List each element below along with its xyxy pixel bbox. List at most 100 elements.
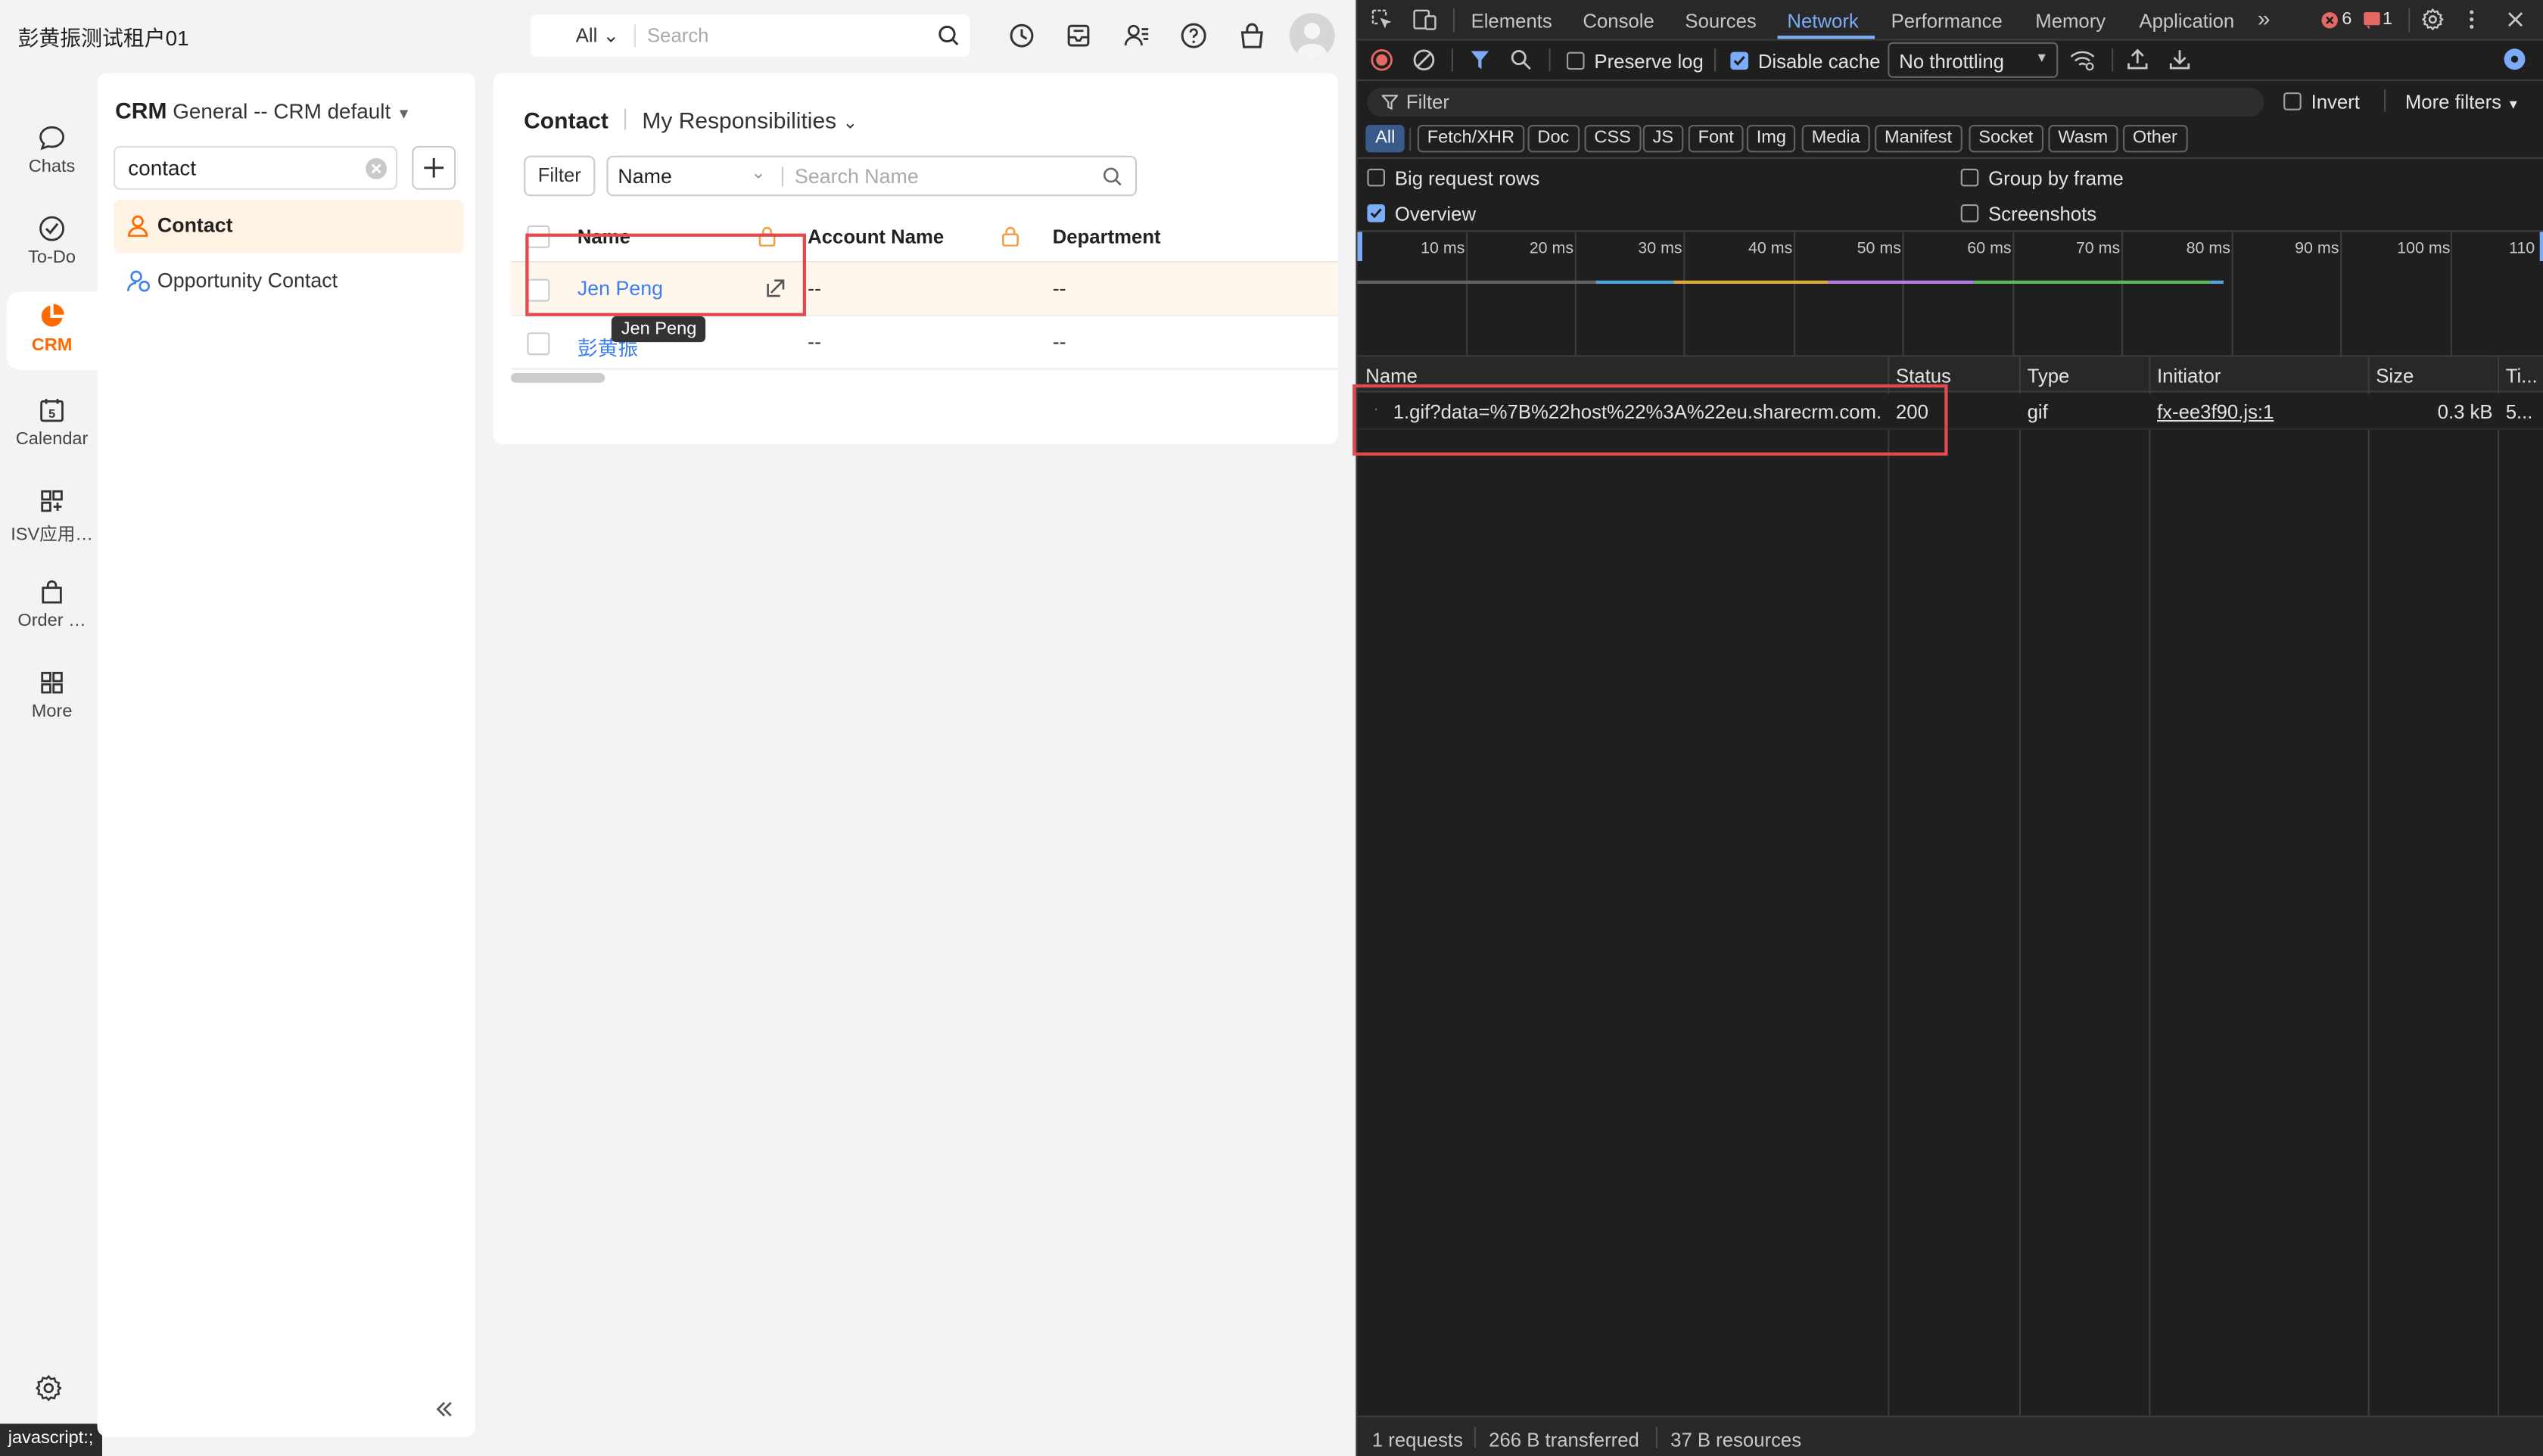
- tab-console[interactable]: Console: [1583, 10, 1654, 33]
- search-icon[interactable]: [938, 24, 960, 47]
- crm-view-selector[interactable]: CRM General -- CRM default ▼: [115, 98, 411, 123]
- tab-memory[interactable]: Memory: [2035, 10, 2106, 33]
- type-filter-other[interactable]: Other: [2123, 125, 2187, 153]
- type-filter-doc[interactable]: Doc: [1527, 125, 1580, 153]
- column-header-time[interactable]: Ti...: [2506, 365, 2538, 387]
- invert-checkbox[interactable]: [2283, 92, 2302, 110]
- nav-crm[interactable]: CRM: [6, 291, 98, 370]
- clear-log-icon[interactable]: [1412, 48, 1435, 71]
- device-toolbar-icon[interactable]: [1412, 8, 1436, 31]
- disable-cache-checkbox[interactable]: [1730, 51, 1748, 70]
- screenshots-checkbox[interactable]: [1960, 204, 1979, 222]
- contacts-icon[interactable]: [1122, 21, 1152, 51]
- tab-divider: [1453, 8, 1455, 33]
- timeline-tick: 30 ms: [1638, 240, 1682, 258]
- shopping-bag-icon[interactable]: [1237, 21, 1267, 51]
- timeline-handle-right[interactable]: [2539, 232, 2543, 261]
- timeline-tick: 10 ms: [1421, 240, 1465, 258]
- horizontal-scrollbar[interactable]: [511, 372, 605, 383]
- issue-icon[interactable]: [2363, 11, 2381, 30]
- left-navigation: Chats To-Do CRM 5 Calendar ISV应用… Order …: [0, 71, 98, 1456]
- kebab-menu-icon[interactable]: [2467, 8, 2476, 31]
- object-item-contact[interactable]: Contact: [114, 199, 464, 254]
- error-icon[interactable]: [2320, 11, 2339, 30]
- nav-order[interactable]: Order …: [7, 568, 98, 649]
- tenant-name[interactable]: 彭黄振测试租户01: [18, 21, 189, 52]
- type-filter-socket[interactable]: Socket: [1969, 125, 2043, 153]
- settings-gear-icon[interactable]: [2421, 8, 2445, 31]
- nav-calendar-label: Calendar: [15, 429, 89, 450]
- history-clock-icon[interactable]: [1007, 21, 1037, 51]
- network-overview-timeline[interactable]: 10 ms 20 ms 30 ms 40 ms 50 ms 60 ms 70 m…: [1357, 232, 2543, 356]
- help-icon[interactable]: [1179, 21, 1209, 51]
- nav-chats[interactable]: Chats: [7, 114, 98, 194]
- inspect-element-icon[interactable]: [1371, 8, 1393, 31]
- filter-funnel-icon[interactable]: [1469, 48, 1490, 71]
- type-filter-img[interactable]: Img: [1746, 125, 1796, 153]
- record-stop-icon[interactable]: [1371, 48, 1393, 71]
- column-header-department[interactable]: Department: [1053, 226, 1161, 248]
- tab-performance[interactable]: Performance: [1891, 10, 2003, 33]
- clear-icon[interactable]: [365, 157, 388, 180]
- filter-funnel-icon: [1381, 95, 1399, 110]
- list-view-select[interactable]: My Responsibilities ⌄: [642, 107, 858, 132]
- type-filter-media[interactable]: Media: [1801, 125, 1870, 153]
- preserve-log-checkbox[interactable]: [1567, 51, 1585, 70]
- inbox-icon[interactable]: [1064, 21, 1094, 51]
- nav-isv-apps[interactable]: ISV应用…: [7, 477, 98, 558]
- type-filter-font[interactable]: Font: [1688, 125, 1744, 153]
- type-filter-css[interactable]: CSS: [1584, 125, 1641, 153]
- object-item-opportunity-contact[interactable]: Opportunity Contact: [114, 254, 464, 308]
- column-header-account-name[interactable]: Account Name: [808, 226, 944, 248]
- search-icon[interactable]: [1103, 167, 1122, 187]
- timeline-handle-left[interactable]: [1357, 232, 1362, 261]
- add-object-button[interactable]: [412, 145, 456, 190]
- column-divider: [2367, 356, 2370, 1416]
- user-avatar[interactable]: [1289, 13, 1335, 59]
- global-search[interactable]: All ⌄ Search: [530, 14, 970, 57]
- filter-button[interactable]: Filter: [524, 155, 596, 197]
- column-header-type[interactable]: Type: [2028, 365, 2070, 387]
- search-scope-select[interactable]: All ⌄: [576, 24, 619, 47]
- toolbar-divider: [1549, 48, 1551, 72]
- field-select[interactable]: Name: [618, 166, 671, 188]
- nav-more[interactable]: More: [7, 658, 98, 739]
- type-filter-all[interactable]: All: [1365, 125, 1405, 153]
- type-filter-wasm[interactable]: Wasm: [2048, 125, 2118, 153]
- object-search-input[interactable]: contact: [114, 145, 397, 190]
- network-settings-gear-icon[interactable]: [2502, 47, 2526, 71]
- toolbar-divider: [2112, 48, 2114, 72]
- tab-network[interactable]: Network: [1787, 10, 1858, 33]
- filter-input[interactable]: Filter: [1367, 87, 2264, 117]
- contact-person-icon: [127, 215, 148, 237]
- throttling-select[interactable]: No throttling ▼: [1888, 42, 2059, 78]
- settings-gear-icon[interactable]: [34, 1374, 64, 1403]
- import-har-upload-icon[interactable]: [2126, 47, 2149, 71]
- nav-calendar[interactable]: 5 Calendar: [7, 386, 98, 467]
- column-header-size[interactable]: Size: [2376, 365, 2414, 387]
- close-icon[interactable]: [2506, 10, 2526, 30]
- field-search-box[interactable]: Name ⌄ Search Name: [606, 155, 1138, 197]
- more-filters-dropdown[interactable]: More filters ▼: [2405, 91, 2520, 114]
- row-checkbox[interactable]: [527, 332, 550, 356]
- tab-elements[interactable]: Elements: [1471, 10, 1552, 33]
- column-header-initiator[interactable]: Initiator: [2157, 365, 2221, 387]
- network-conditions-wifi-icon[interactable]: [2069, 48, 2095, 71]
- overview-checkbox[interactable]: [1367, 204, 1385, 222]
- export-har-download-icon[interactable]: [2168, 47, 2191, 71]
- column-divider: [1888, 356, 1890, 1416]
- request-initiator-link[interactable]: fx-ee3f90.js:1: [2157, 400, 2274, 423]
- tab-sources[interactable]: Sources: [1685, 10, 1756, 33]
- type-filter-js[interactable]: JS: [1642, 125, 1683, 153]
- type-filter-fetch-xhr[interactable]: Fetch/XHR: [1417, 125, 1524, 153]
- search-input[interactable]: Search: [647, 24, 708, 47]
- name-search-input[interactable]: Search Name: [795, 166, 919, 188]
- collapse-double-chevron-icon[interactable]: [434, 1399, 454, 1419]
- big-request-rows-checkbox[interactable]: [1367, 168, 1385, 187]
- type-filter-manifest[interactable]: Manifest: [1875, 125, 1962, 153]
- more-tabs-chevron-icon[interactable]: »: [2258, 5, 2271, 30]
- nav-todo[interactable]: To-Do: [7, 204, 98, 285]
- group-by-frame-checkbox[interactable]: [1960, 168, 1979, 187]
- tab-application[interactable]: Application: [2139, 10, 2234, 33]
- search-icon[interactable]: [1510, 48, 1533, 71]
